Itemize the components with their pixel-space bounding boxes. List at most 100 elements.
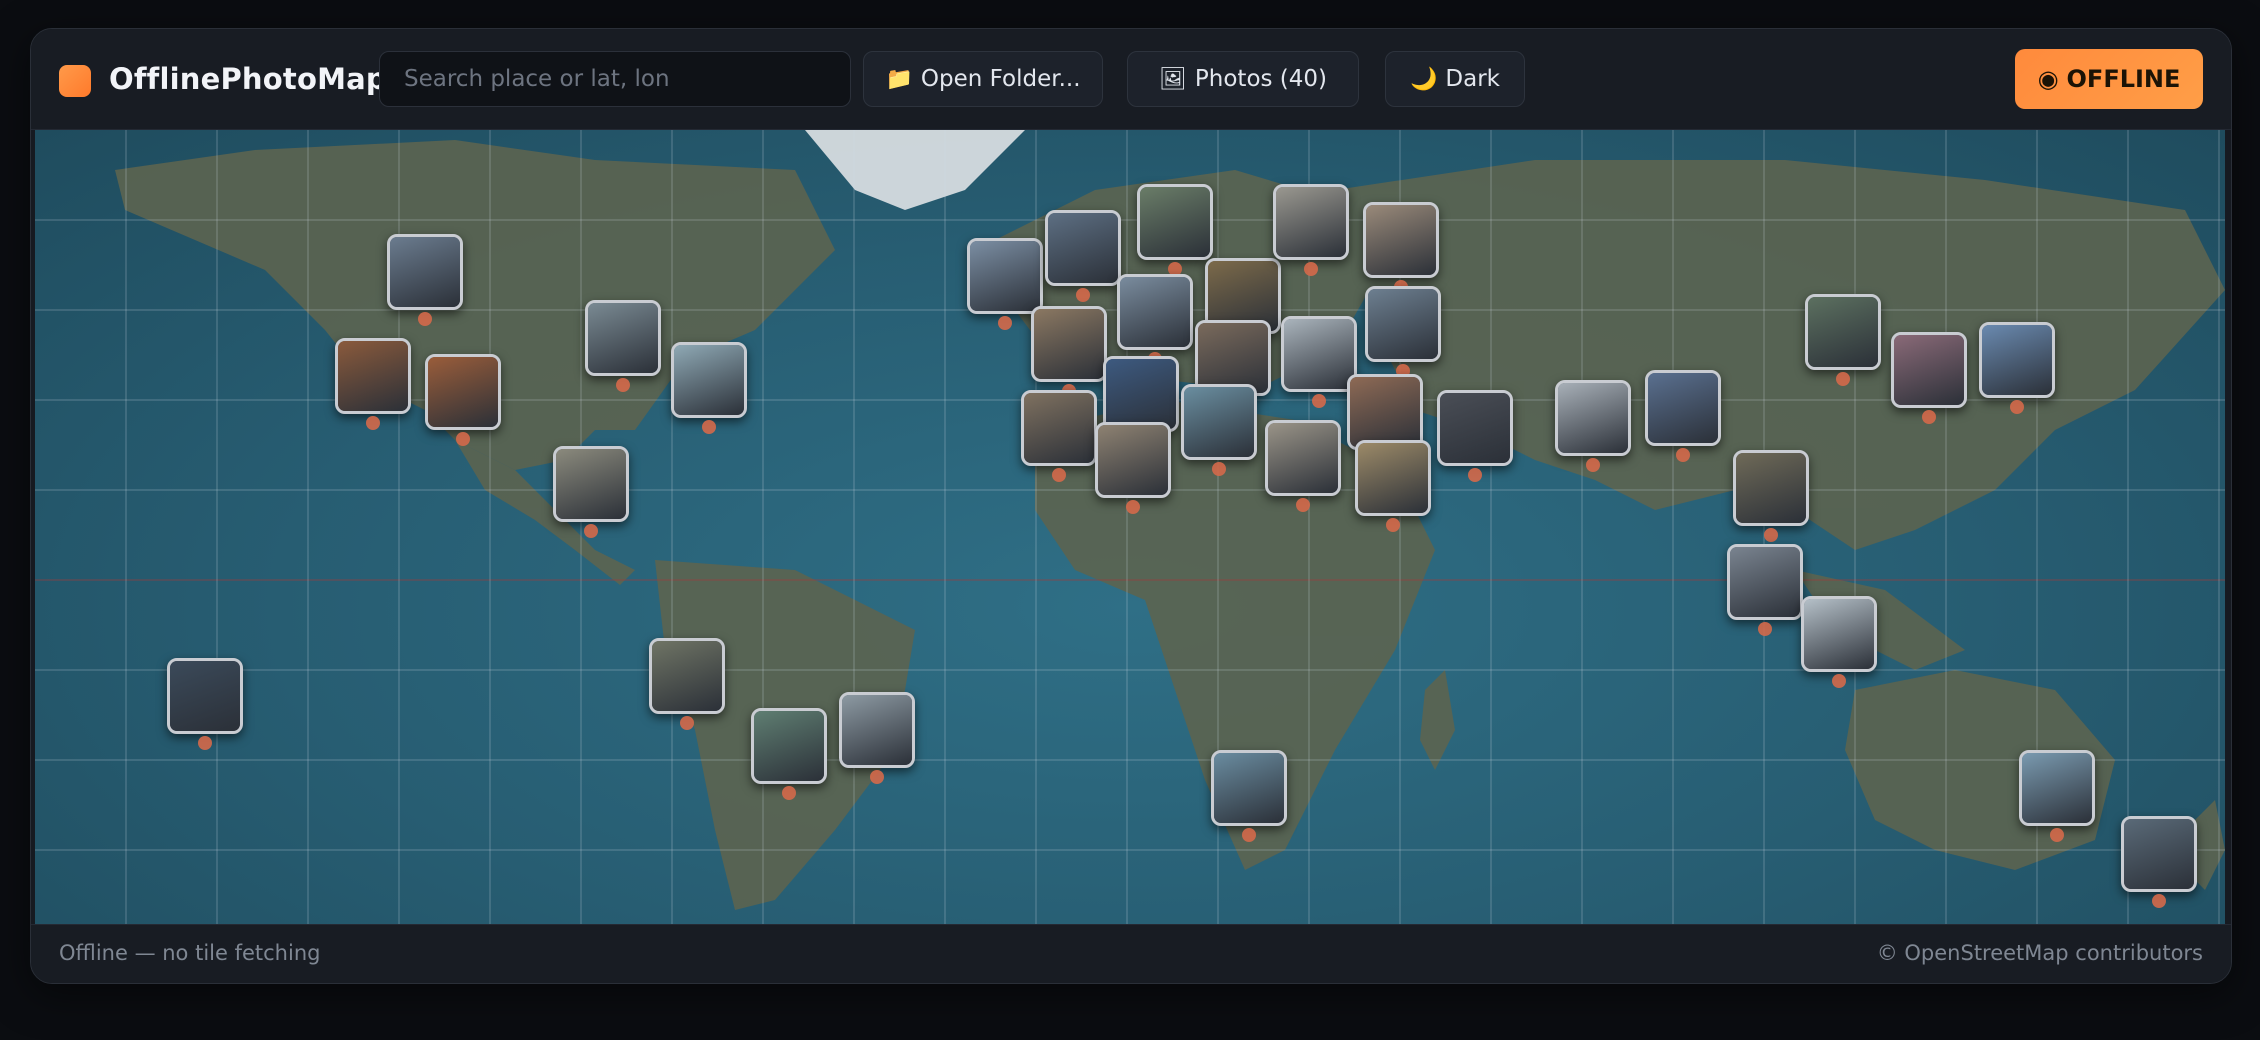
- photo-marker-parthenon[interactable]: [1265, 420, 1341, 496]
- photo-thumbnail: [1098, 425, 1168, 495]
- offline-status-text: Offline — no tile fetching: [59, 941, 321, 965]
- photo-marker-table-mountain[interactable]: [1211, 750, 1287, 826]
- photo-thumbnail: [1558, 383, 1628, 453]
- photo-marker-christ-redeemer[interactable]: [839, 692, 915, 768]
- location-pin-icon: [1312, 394, 1326, 408]
- toolbar: OfflinePhotoMap 📁 Open Folder... 🖼 Photo…: [31, 29, 2231, 130]
- photo-marker-neuschwanstein[interactable]: [1117, 274, 1193, 350]
- photo-thumbnail: [1184, 387, 1254, 457]
- photo-thumbnail: [1982, 325, 2052, 395]
- location-pin-icon: [1836, 372, 1850, 386]
- photo-marker-machu-picchu[interactable]: [649, 638, 725, 714]
- photo-marker-st-basils[interactable]: [1363, 202, 1439, 278]
- location-pin-icon: [680, 716, 694, 730]
- location-pin-icon: [1922, 410, 1936, 424]
- photo-marker-big-ben[interactable]: [1045, 210, 1121, 286]
- offline-status-badge: ◉ OFFLINE: [2015, 49, 2203, 109]
- photo-marker-angkor-wat[interactable]: [1733, 450, 1809, 526]
- photo-marker-niagara[interactable]: [585, 300, 661, 376]
- location-pin-icon: [2152, 894, 2166, 908]
- location-pin-icon: [1468, 468, 1482, 482]
- photo-thumbnail: [652, 641, 722, 711]
- location-pin-icon: [1076, 288, 1090, 302]
- photos-label: Photos (40): [1194, 66, 1328, 92]
- photo-marker-petra[interactable]: [1347, 374, 1423, 450]
- photo-marker-eiffel-tower[interactable]: [967, 238, 1043, 314]
- photo-thumbnail: [1736, 453, 1806, 523]
- photo-thumbnail: [1024, 393, 1094, 463]
- photo-thumbnail: [428, 357, 498, 427]
- location-pin-icon: [1304, 262, 1318, 276]
- photo-thumbnail: [1276, 187, 1346, 257]
- photo-thumbnail: [674, 345, 744, 415]
- photo-thumbnail: [754, 711, 824, 781]
- theme-label: Dark: [1445, 66, 1500, 92]
- photo-marker-matterhorn[interactable]: [1103, 356, 1179, 432]
- photo-marker-taj-mahal[interactable]: [1555, 380, 1631, 456]
- photo-thumbnail: [338, 341, 408, 411]
- photo-thumbnail: [1366, 205, 1436, 275]
- photo-thumbnail: [588, 303, 658, 373]
- photo-marker-colosseum[interactable]: [1031, 306, 1107, 382]
- photo-marker-monaco-harbor[interactable]: [1181, 384, 1257, 460]
- map-attribution: © OpenStreetMap contributors: [1876, 941, 2203, 965]
- photo-thumbnail: [1894, 335, 1964, 405]
- location-pin-icon: [456, 432, 470, 446]
- photo-thumbnail: [1804, 599, 1874, 669]
- photo-marker-everest[interactable]: [1645, 370, 1721, 446]
- photo-marker-dubai-skyline[interactable]: [1437, 390, 1513, 466]
- photo-marker-indonesia-map[interactable]: [1801, 596, 1877, 672]
- photo-marker-chichen-itza[interactable]: [553, 446, 629, 522]
- theme-toggle-button[interactable]: 🌙 Dark: [1385, 51, 1525, 107]
- photo-marker-sydney-opera[interactable]: [2019, 750, 2095, 826]
- photo-marker-milford-sound[interactable]: [2121, 816, 2197, 892]
- location-pin-icon: [782, 786, 796, 800]
- location-pin-icon: [1242, 828, 1256, 842]
- photo-thumbnail: [1730, 547, 1800, 617]
- location-pin-icon: [418, 312, 432, 326]
- location-pin-icon: [1126, 500, 1140, 514]
- photo-marker-mountain-lake[interactable]: [387, 234, 463, 310]
- photo-marker-santorini-map[interactable]: [1281, 316, 1357, 392]
- location-pin-icon: [1386, 518, 1400, 532]
- location-pin-icon: [198, 736, 212, 750]
- photo-thumbnail: [170, 661, 240, 731]
- photo-marker-great-wall[interactable]: [1805, 294, 1881, 370]
- photo-marker-marina-bay[interactable]: [1727, 544, 1803, 620]
- photo-marker-pyramids[interactable]: [1355, 440, 1431, 516]
- photo-marker-hagia-sophia[interactable]: [1365, 286, 1441, 362]
- photo-thumbnail: [1284, 319, 1354, 389]
- search-input[interactable]: [379, 51, 851, 107]
- photo-marker-iguazu[interactable]: [751, 708, 827, 784]
- photo-thumbnail: [390, 237, 460, 307]
- location-pin-icon: [2010, 400, 2024, 414]
- photo-marker-cherry-blossom[interactable]: [1891, 332, 1967, 408]
- photo-marker-morocco-gate[interactable]: [1021, 390, 1097, 466]
- world-map[interactable]: [35, 130, 2225, 924]
- folder-icon: 📁: [885, 66, 913, 92]
- photo-marker-alpine-valley[interactable]: [1137, 184, 1213, 260]
- photo-marker-golden-gate[interactable]: [335, 338, 411, 414]
- photos-button[interactable]: 🖼 Photos (40): [1127, 51, 1359, 107]
- app-title: OfflinePhotoMap: [109, 62, 387, 96]
- open-folder-button[interactable]: 📁 Open Folder...: [863, 51, 1103, 107]
- location-pin-icon: [1586, 458, 1600, 472]
- location-pin-icon: [366, 416, 380, 430]
- photo-marker-leaning-tower[interactable]: [1273, 184, 1349, 260]
- photo-thumbnail: [1198, 323, 1268, 393]
- photo-marker-sagrada-familia[interactable]: [1095, 422, 1171, 498]
- location-pin-icon: [702, 420, 716, 434]
- photo-thumbnail: [2022, 753, 2092, 823]
- photo-thumbnail: [1120, 277, 1190, 347]
- photo-thumbnail: [1214, 753, 1284, 823]
- status-dot-icon: ◉: [2037, 65, 2059, 93]
- app-window: OfflinePhotoMap 📁 Open Folder... 🖼 Photo…: [30, 28, 2232, 984]
- photo-marker-mount-fuji[interactable]: [1979, 322, 2055, 398]
- location-pin-icon: [1052, 468, 1066, 482]
- photo-thumbnail: [556, 449, 626, 519]
- photo-marker-grand-canyon[interactable]: [425, 354, 501, 430]
- photo-marker-easter-island[interactable]: [167, 658, 243, 734]
- photo-thumbnail: [1648, 373, 1718, 443]
- moon-icon: 🌙: [1410, 66, 1438, 92]
- photo-marker-statue-of-liberty[interactable]: [671, 342, 747, 418]
